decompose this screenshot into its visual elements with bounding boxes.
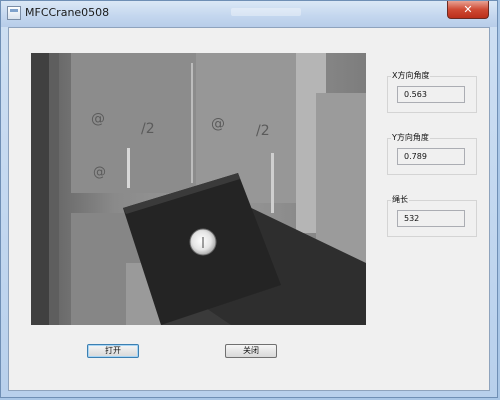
window-close-button[interactable]: ✕	[447, 1, 489, 19]
y-angle-label: Y方向角度	[391, 132, 430, 143]
rope-length-field[interactable]: 532	[397, 210, 465, 227]
y-angle-field[interactable]: 0.789	[397, 148, 465, 165]
app-icon[interactable]	[7, 6, 21, 20]
board-scribble: @	[93, 165, 106, 180]
rope-length-group: 绳长 532	[387, 194, 481, 238]
board-scribble: /2	[256, 123, 270, 139]
background-window-title-ghost	[231, 8, 301, 16]
board-scribble: /2	[141, 121, 155, 137]
board-scribble: @	[211, 116, 225, 132]
camera-image: @ /2 @ /2 @	[31, 53, 366, 325]
app-window: MFCCrane0508 ✕ @ /2 @ /2 @ X方向角度 0.563 Y…	[0, 0, 498, 398]
camera-view: @ /2 @ /2 @	[31, 53, 366, 325]
x-angle-field[interactable]: 0.563	[397, 86, 465, 103]
title-bar[interactable]: MFCCrane0508 ✕	[1, 1, 497, 27]
close-icon: ✕	[463, 3, 473, 16]
open-button[interactable]: 打开	[87, 344, 139, 358]
close-button[interactable]: 关闭	[225, 344, 277, 358]
rope-length-label: 绳长	[391, 194, 409, 205]
window-title: MFCCrane0508	[25, 6, 110, 19]
x-angle-group: X方向角度 0.563	[387, 70, 481, 114]
y-angle-group: Y方向角度 0.789	[387, 132, 481, 176]
dialog-client-area: @ /2 @ /2 @ X方向角度 0.563 Y方向角度 0.789 绳长 5…	[8, 27, 490, 391]
board-scribble: @	[91, 111, 105, 127]
x-angle-label: X方向角度	[391, 70, 431, 81]
